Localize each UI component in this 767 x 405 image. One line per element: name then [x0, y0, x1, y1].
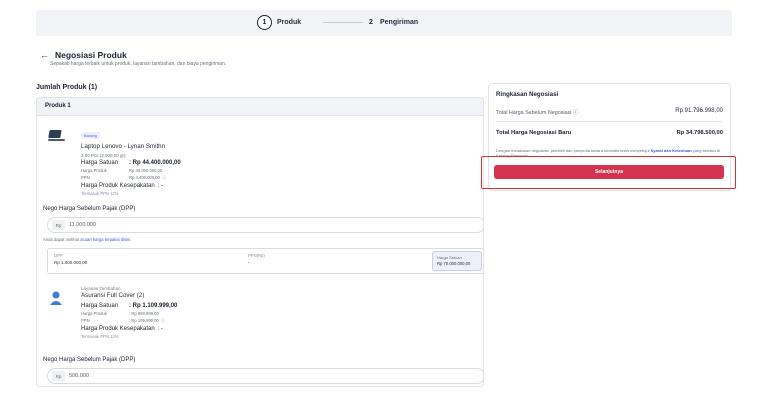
step-connector [323, 22, 363, 23]
total-after-row: Total Harga Negosiasi Baru Rp 34.798.500… [496, 130, 723, 136]
dpp-input[interactable]: Rp 500.000 [47, 368, 483, 384]
dpp-label: Nego Harga Sebelum Pajak (DPP) [43, 206, 136, 212]
unit-price-row: Harga Satuan : Rp 1.109.999,00 [81, 303, 177, 309]
product-card-title: Produk 1 [37, 98, 483, 116]
product-type-badge: Barang [81, 132, 100, 139]
breakdown-ppn-label: PPN(Rp) [248, 253, 265, 258]
breakdown-dpp-label: DPP [54, 253, 63, 258]
tax-note: Termasuk PPN 12% [81, 191, 119, 196]
info-icon[interactable]: ⓘ [161, 318, 165, 324]
page-header: ← Negosiasi Produk [40, 50, 127, 60]
product-price-value: Rp 40.000.000,00 [129, 168, 163, 173]
agreed-price-label: Harga Produk Kesepakatan [81, 326, 155, 332]
insurance-icon [47, 290, 67, 306]
breakdown-unit-price: Harga Satuan Rp 70.000.000,00 [432, 251, 482, 271]
agreed-price-value: : - [157, 326, 164, 332]
product-quantity: 2.00 Pcs (2.000,00 gr) [81, 153, 126, 158]
step-number: 1 [257, 15, 272, 30]
currency-prefix: Rp [52, 371, 65, 381]
total-before-label: Total Harga Sebelum Negosiasi ⓘ [496, 108, 578, 116]
agreed-price-row: Harga Produk Kesepakatan : - [81, 183, 181, 189]
dpp-value[interactable]: 500.000 [69, 373, 89, 379]
step-label: Pengiriman [380, 19, 419, 26]
total-after-value: Rp 34.798.500,00 [676, 130, 723, 136]
product-price-row: Harga Produk Rp 40.000.000,00 [81, 168, 181, 173]
agreed-price-label: Harga Produk Kesepakatan [81, 183, 155, 189]
total-before-row: Total Harga Sebelum Negosiasi ⓘ Rp 91.79… [496, 108, 723, 116]
next-button[interactable]: Selanjutnya [494, 165, 724, 179]
product-name: Laptop Lenovo - Lynan Smithn [81, 143, 166, 150]
product-price-value: : Rp 999.999,00 [129, 311, 159, 316]
price-reference-link[interactable]: acuan harga terpakai disini. [80, 237, 131, 242]
step-number: 2 [369, 19, 373, 26]
product-card: Produk 1 Barang Laptop Lenovo - Lynan Sm… [36, 97, 484, 387]
info-icon[interactable]: ⓘ [573, 110, 578, 116]
ppn-value: : Rp 109.999,00 [129, 318, 159, 323]
product-price-row: Harga Produk : Rp 999.999,00 [81, 311, 177, 316]
step-produk: 1 Produk [257, 15, 301, 30]
ppn-row: PPN Rp 4.400.000,00 ⓘ [81, 175, 181, 181]
dpp-label: Nego Harga Sebelum Pajak (DPP) [43, 357, 136, 363]
product-item-details: Barang Laptop Lenovo - Lynan Smithn 2.00… [81, 124, 181, 196]
price-reference-hint: Anda dapat melihat acuan harga terpakai … [43, 237, 131, 242]
ppn-label: PPN [81, 175, 90, 180]
unit-price-value: : Rp 44.400.000,00 [129, 160, 181, 166]
ppn-row: PPN : Rp 109.999,00 ⓘ [81, 318, 177, 324]
product-price-label: Harga Produk [81, 311, 107, 316]
info-icon[interactable]: ⓘ [162, 175, 166, 181]
step-label: Produk [277, 19, 302, 26]
laptop-icon [47, 128, 67, 144]
terms-link[interactable]: Syarat dan Ketentuan [651, 148, 692, 153]
product-count: Jumlah Produk (1) [36, 84, 98, 91]
unit-price-value: : Rp 1.109.999,00 [129, 303, 178, 309]
page-subtitle: Sepakati harga terbaik untuk produk, lay… [50, 61, 227, 67]
breakdown-unit-value: Rp 70.000.000,00 [437, 261, 471, 266]
product-price-label: Harga Produk [81, 168, 107, 173]
total-after-label: Total Harga Negosiasi Baru [496, 130, 572, 136]
price-breakdown: DPP Rp 1.000.000,00 PPN(Rp) - Harga Satu… [47, 248, 483, 274]
total-before-text: Total Harga Sebelum Negosiasi [496, 110, 572, 116]
tax-note: Termasuk PPN 12% [81, 334, 119, 339]
service-tag: Layanan Tambahan [81, 286, 121, 291]
service-item-details: Layanan Tambahan Asuransi Full Cover (2)… [81, 286, 177, 339]
summary-divider [496, 121, 723, 122]
ppn-label: PPN [81, 318, 90, 323]
currency-prefix: Rp [52, 220, 65, 230]
agreed-price-row: Harga Produk Kesepakatan : - [81, 326, 177, 332]
breakdown-ppn: PPN(Rp) - [248, 253, 265, 265]
service-name: Asuransi Full Cover (2) [81, 292, 145, 299]
total-before-value: Rp 91.796.998,00 [675, 108, 723, 114]
page-title: Negosiasi Produk [55, 50, 127, 60]
step-pengiriman: 2 Pengiriman [367, 15, 418, 30]
dpp-value[interactable]: 11.000.000 [69, 222, 96, 228]
breakdown-ppn-value: - [248, 260, 250, 265]
back-arrow-icon[interactable]: ← [40, 50, 49, 60]
unit-price-label: Harga Satuan [81, 303, 119, 309]
breakdown-dpp: DPP Rp 1.000.000,00 [54, 253, 87, 265]
agreed-price-value: : - [157, 183, 164, 189]
unit-price-label: Harga Satuan [81, 160, 119, 166]
breakdown-unit-label: Harga Satuan [437, 255, 462, 260]
dpp-input[interactable]: Rp 11.000.000 [47, 217, 483, 233]
unit-price-row: Harga Satuan : Rp 44.400.000,00 [81, 160, 181, 166]
hint-text: Anda dapat melihat [43, 237, 80, 242]
summary-title: Ringkasan Negosiasi [496, 91, 559, 98]
stepper: 1 Produk 2 Pengiriman [36, 10, 732, 36]
ppn-value: Rp 4.400.000,00 [129, 175, 160, 180]
breakdown-dpp-value: Rp 1.000.000,00 [54, 260, 88, 265]
